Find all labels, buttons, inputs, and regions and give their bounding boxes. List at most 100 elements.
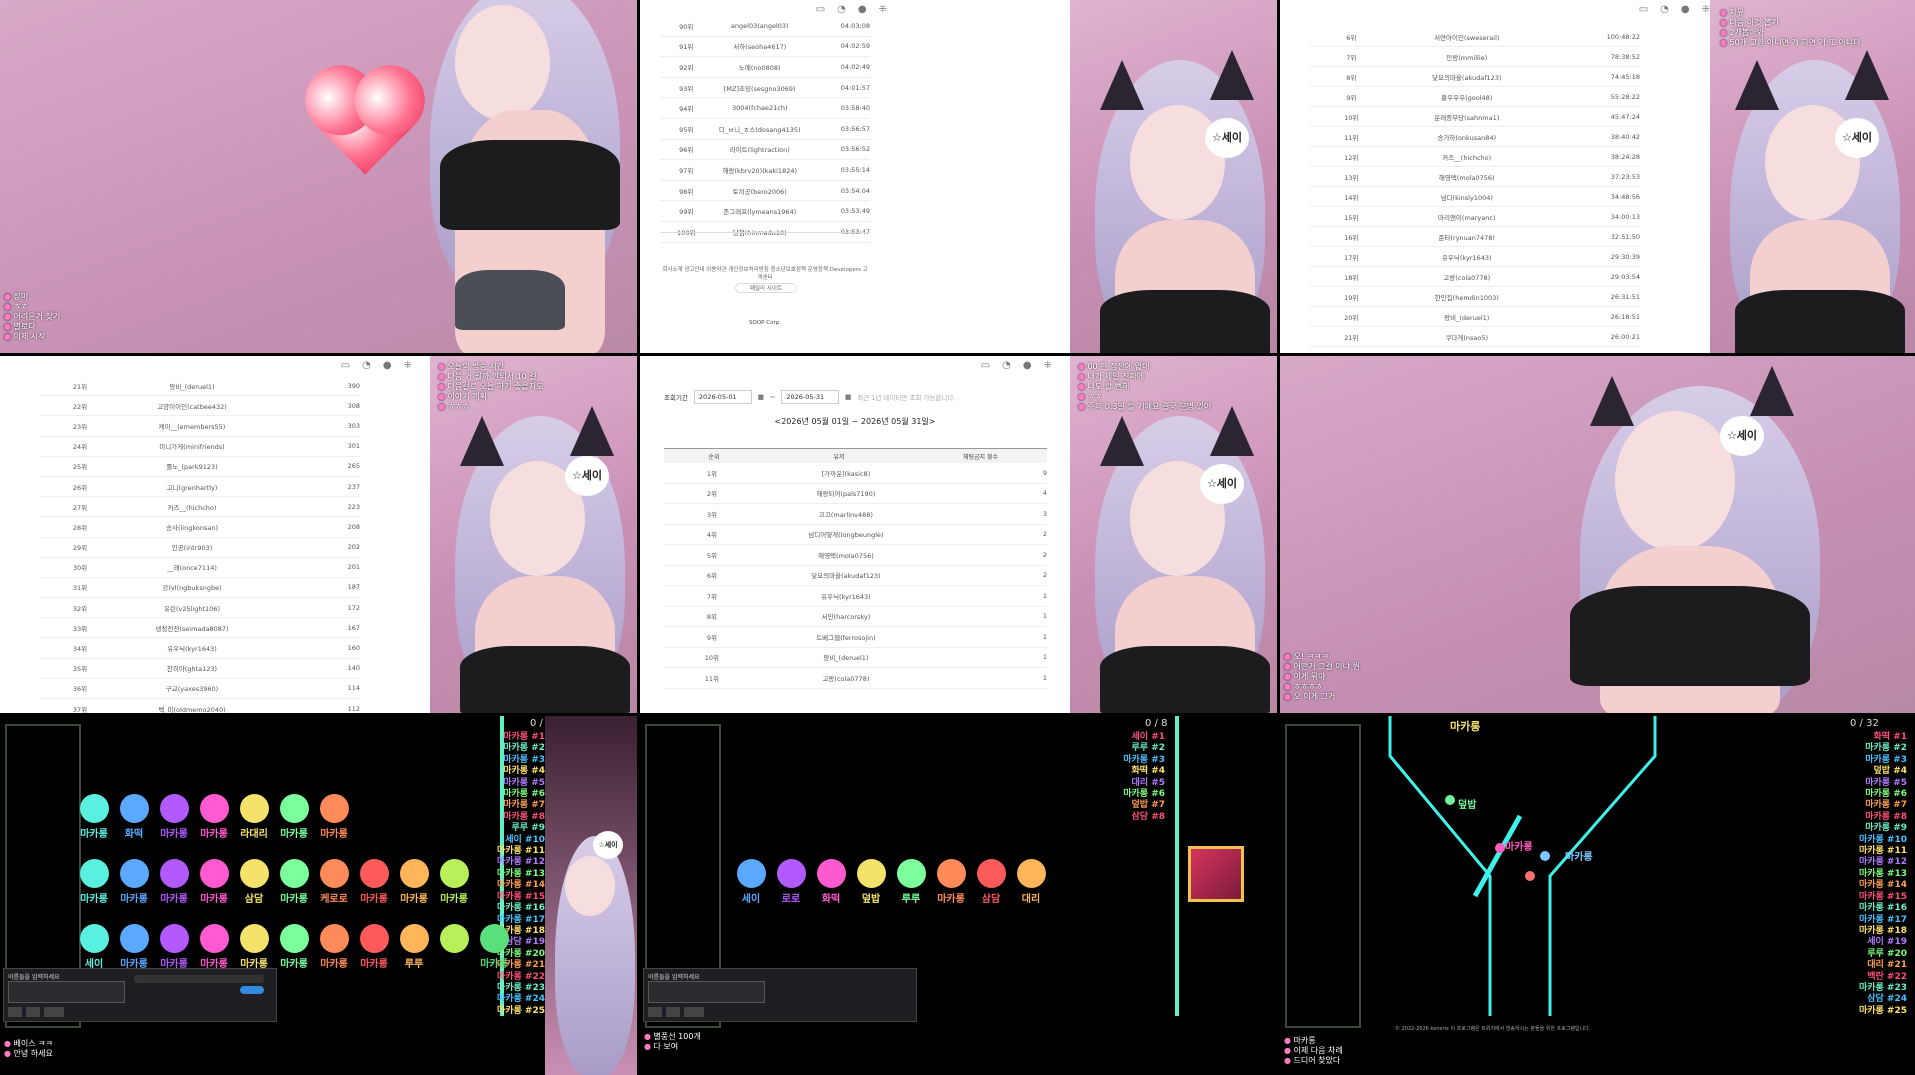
grid-icon[interactable]: ⁜ (1044, 360, 1052, 371)
user-cell[interactable]: 넘디어떻게(longbeungle) (760, 529, 932, 539)
ranking-table: 6위 서연아이인(sweserail) 100:48:22 7위 민랑(mmillie)… (1310, 27, 1640, 353)
user-cell[interactable]: 황우우우(gool48) (1393, 92, 1542, 102)
rank-entry: 마카롱 #14 (496, 880, 545, 891)
bell-icon[interactable]: ◔ (362, 360, 371, 371)
user-cell[interactable]: 유린(v25light106) (120, 603, 264, 613)
calendar-icon[interactable]: ▦ (758, 393, 764, 401)
user-cell[interactable]: 고랑(cola0778) (760, 673, 932, 683)
user-cell[interactable]: 민랑(mmillie) (1393, 52, 1542, 62)
start-button[interactable] (684, 1007, 704, 1017)
avatar[interactable]: ● (858, 4, 867, 15)
user-cell[interactable]: 한민집(hemdin1003) (1393, 292, 1542, 302)
user-cell[interactable]: 팡비_(deruel1) (760, 652, 932, 662)
family-site-button[interactable]: 패밀리 사이트 (735, 283, 797, 293)
value-cell: 26:31:51 (1610, 292, 1640, 301)
start-button[interactable] (44, 1007, 64, 1017)
rank-entry: 마카롱 #6 (1123, 789, 1165, 800)
user-cell[interactable]: 서민(harcorsky) (760, 611, 932, 621)
bell-icon[interactable]: ◔ (837, 4, 846, 15)
chat-icon[interactable]: ▭ (981, 360, 990, 371)
user-cell[interactable]: 준타(rynuan7478) (1393, 232, 1542, 242)
rank-cell: 13위 (1344, 173, 1359, 182)
chat-icon[interactable]: ▭ (816, 4, 825, 15)
calendar-icon[interactable]: ▦ (845, 393, 851, 401)
user-cell[interactable]: 해영택(mola0756) (760, 550, 932, 560)
user-cell[interactable]: 끄끄(marlinv488) (760, 509, 932, 519)
user-cell[interactable]: 닻묘의마을(akudaf123) (760, 570, 932, 580)
user-cell[interactable]: angel03(angel03) (713, 22, 808, 30)
user-cell[interactable]: 고니(grenhartly) (120, 482, 264, 492)
user-cell[interactable]: 인공(intr903) (120, 542, 264, 552)
user-cell[interactable]: 구그아(kimhvan) (1393, 352, 1542, 354)
avatar[interactable]: ● (1681, 4, 1690, 15)
skill-toggle[interactable] (240, 986, 264, 994)
user-cell[interactable]: [가까운](kasic8) (760, 468, 932, 478)
user-cell[interactable]: 미니가게(minifriends) (120, 441, 264, 451)
user-cell[interactable]: 닻묘의마을(akudaf123) (1393, 72, 1542, 82)
user-cell[interactable]: 쿠다게(nsao5) (1393, 332, 1542, 342)
user-cell[interactable]: 팡비_(deruel1) (120, 381, 264, 391)
grid-icon[interactable]: ⁜ (404, 360, 412, 371)
bell-icon[interactable]: ◔ (1660, 4, 1669, 15)
names-input[interactable] (8, 981, 125, 1003)
shuffle-icon[interactable] (26, 1007, 40, 1017)
avatar-top (440, 140, 620, 230)
grid-icon[interactable]: ⁜ (879, 4, 887, 15)
user-cell[interactable]: 디_ㅂ니_ㅎ스(dosang4135) (713, 124, 808, 134)
rank-entry: 루루 #20 (1867, 948, 1907, 959)
user-cell[interactable]: 카즈__(hichcho) (1393, 152, 1542, 162)
user-cell[interactable]: 운래종무당(sahnma1) (1393, 112, 1542, 122)
chat-icon[interactable]: ▭ (1639, 4, 1648, 15)
value-cell: 45:47:24 (1610, 112, 1640, 121)
chat-line: 어떤거 그걸 아냐 뭔 (1284, 662, 1361, 672)
rank-cell: 28위 (72, 523, 88, 532)
user-cell[interactable]: 고랑(cola0778) (1393, 272, 1542, 282)
avatar[interactable]: ● (1023, 360, 1032, 371)
user-cell[interactable]: 찬히아(ghta123) (120, 663, 264, 673)
user-cell[interactable]: 롤노_(park9123) (120, 461, 264, 471)
footer-links[interactable]: 회사소개 광고안내 이용약관 개인정보처리방침 청소년보호정책 운영정책 Dev… (660, 265, 870, 281)
user-cell[interactable]: 송가하(onkusan84) (1393, 132, 1542, 142)
settings-icon[interactable] (648, 1007, 662, 1017)
user-cell[interactable]: 토끼공(bero2006) (713, 186, 808, 196)
user-cell[interactable]: 백_미(oldmemo2040) (120, 704, 264, 713)
user-cell[interactable]: 서연아이인(sweserail) (1393, 32, 1542, 42)
chat-icon[interactable]: ▭ (341, 360, 350, 371)
names-input[interactable] (648, 981, 765, 1003)
user-cell[interactable]: [MZ]초잉(sesgno3069) (713, 83, 808, 93)
bell-icon[interactable]: ◔ (1002, 360, 1011, 371)
user-cell[interactable]: __래(once7114) (120, 562, 264, 572)
user-cell[interactable]: 송사(lingkonsan) (120, 522, 264, 532)
user-cell[interactable]: 고양이이인(catbee432) (120, 401, 264, 411)
user-cell[interactable]: 트베그웹(ferrosojin) (760, 632, 932, 642)
user-cell[interactable]: 해랑(kbrv20)(kaki1824) (713, 165, 808, 175)
rank-cell: 95위 (679, 125, 694, 134)
user-cell[interactable]: 유우닉(kyr1643) (120, 643, 264, 653)
user-cell[interactable]: 팡비_(deruel1) (1393, 312, 1542, 322)
shuffle-icon[interactable] (666, 1007, 680, 1017)
user-cell[interactable]: 냉정전전(seimada8087) (120, 623, 264, 633)
user-cell[interactable]: 유우닉(kyr1643) (760, 591, 932, 601)
grid-icon[interactable]: ⁜ (1702, 4, 1710, 15)
user-cell[interactable]: 해랑되어(pals7190) (760, 488, 932, 498)
user-cell[interactable]: 존그래프(lymeans1964) (713, 206, 808, 216)
date-to-input[interactable]: 2026-05-31 (781, 390, 840, 404)
user-cell[interactable]: 구교(yaxes3960) (120, 683, 264, 693)
date-from-input[interactable]: 2026-05-01 (693, 390, 752, 404)
settings-icon[interactable] (8, 1007, 22, 1017)
user-cell[interactable]: 해영택(mola0756) (1393, 172, 1542, 182)
user-cell[interactable]: 유우닉(kyr1643) (1393, 252, 1542, 262)
user-cell[interactable]: 강(vl(ngbuksngbe) (120, 582, 264, 592)
user-cell[interactable]: 서하(seoha4617) (713, 41, 808, 51)
user-cell[interactable]: 넘디(kinsly1004) (1393, 192, 1542, 202)
user-cell[interactable]: 케이__(emembers55) (120, 421, 264, 431)
user-cell[interactable]: 라이트(lightraction) (713, 144, 808, 154)
avatar[interactable]: ● (383, 360, 392, 371)
rank-cell: 22위 (72, 402, 88, 411)
chat-line: 이게 뭐야 (1284, 672, 1360, 682)
user-cell[interactable]: 노에(no0808) (713, 62, 808, 72)
user-cell[interactable]: 마리앤이(maryanc) (1393, 212, 1542, 222)
user-cell[interactable]: 3004(fchae21ch) (713, 104, 808, 112)
map-select[interactable] (134, 975, 264, 983)
user-cell[interactable]: 카즈__(hichcho) (120, 502, 264, 512)
